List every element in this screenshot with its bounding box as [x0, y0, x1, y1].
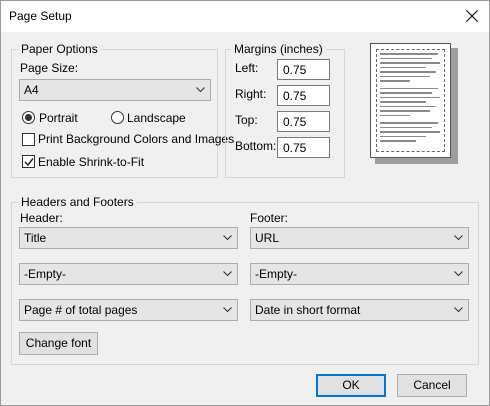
- header-select-3[interactable]: Page # of total pages: [19, 299, 238, 321]
- bottom-margin-input[interactable]: [278, 138, 329, 157]
- margins-label: Margins (inches): [231, 42, 326, 56]
- shrink-to-fit-label[interactable]: Enable Shrink-to-Fit: [38, 155, 144, 169]
- chevron-down-icon: [223, 271, 232, 277]
- header-select-1-value: Title: [24, 231, 47, 245]
- landscape-radio[interactable]: [111, 111, 124, 124]
- shrink-to-fit-checkbox[interactable]: [22, 155, 35, 168]
- page-preview-text-lines: [380, 53, 440, 145]
- right-margin-field[interactable]: [277, 85, 330, 106]
- ok-button[interactable]: OK: [316, 374, 386, 397]
- chevron-down-icon: [454, 235, 463, 241]
- page-size-select[interactable]: A4: [19, 79, 211, 101]
- page-size-label: Page Size:: [20, 61, 79, 75]
- chevron-down-icon: [454, 307, 463, 313]
- chevron-down-icon: [223, 235, 232, 241]
- portrait-label[interactable]: Portrait: [39, 111, 78, 125]
- page-size-value: A4: [24, 83, 39, 97]
- left-margin-label: Left:: [235, 61, 259, 75]
- landscape-label[interactable]: Landscape: [127, 111, 186, 125]
- bottom-margin-label: Bottom:: [235, 139, 277, 153]
- print-background-checkbox[interactable]: [22, 133, 35, 146]
- right-margin-input[interactable]: [278, 86, 329, 105]
- footer-select-1-value: URL: [255, 231, 280, 245]
- footer-select-3[interactable]: Date in short format: [250, 299, 469, 321]
- title-bar: Page Setup: [1, 1, 489, 32]
- footer-select-3-value: Date in short format: [255, 303, 361, 317]
- header-select-2-value: -Empty-: [24, 267, 66, 281]
- headers-footers-label: Headers and Footers: [18, 195, 137, 209]
- portrait-radio[interactable]: [22, 111, 35, 124]
- header-select-1[interactable]: Title: [19, 227, 238, 249]
- header-label: Header:: [20, 211, 63, 225]
- left-margin-field[interactable]: [277, 59, 330, 80]
- print-background-label[interactable]: Print Background Colors and Images: [38, 132, 234, 146]
- footer-label: Footer:: [250, 211, 289, 225]
- chevron-down-icon: [223, 307, 232, 313]
- top-margin-input[interactable]: [278, 112, 329, 131]
- header-select-3-value: Page # of total pages: [24, 303, 138, 317]
- top-margin-field[interactable]: [277, 111, 330, 132]
- top-margin-label: Top:: [235, 113, 258, 127]
- chevron-down-icon: [454, 271, 463, 277]
- cancel-button[interactable]: Cancel: [397, 374, 467, 397]
- radio-selected-dot: [25, 114, 32, 121]
- footer-select-2[interactable]: -Empty-: [250, 263, 469, 285]
- close-icon: [466, 10, 478, 22]
- bottom-margin-field[interactable]: [277, 137, 330, 158]
- chevron-down-icon: [196, 87, 205, 93]
- right-margin-label: Right:: [235, 87, 267, 101]
- close-button[interactable]: [455, 1, 489, 32]
- page-setup-dialog: Page Setup Paper Options Page Size: A4 P…: [0, 0, 490, 406]
- change-font-button[interactable]: Change font: [19, 332, 98, 355]
- page-preview: [370, 43, 451, 158]
- paper-options-label: Paper Options: [18, 42, 101, 56]
- page-preview-margin: [376, 49, 445, 152]
- left-margin-input[interactable]: [278, 60, 329, 79]
- footer-select-2-value: -Empty-: [255, 267, 297, 281]
- header-select-2[interactable]: -Empty-: [19, 263, 238, 285]
- footer-select-1[interactable]: URL: [250, 227, 469, 249]
- checkmark-icon: [24, 158, 34, 167]
- dialog-title: Page Setup: [9, 9, 72, 23]
